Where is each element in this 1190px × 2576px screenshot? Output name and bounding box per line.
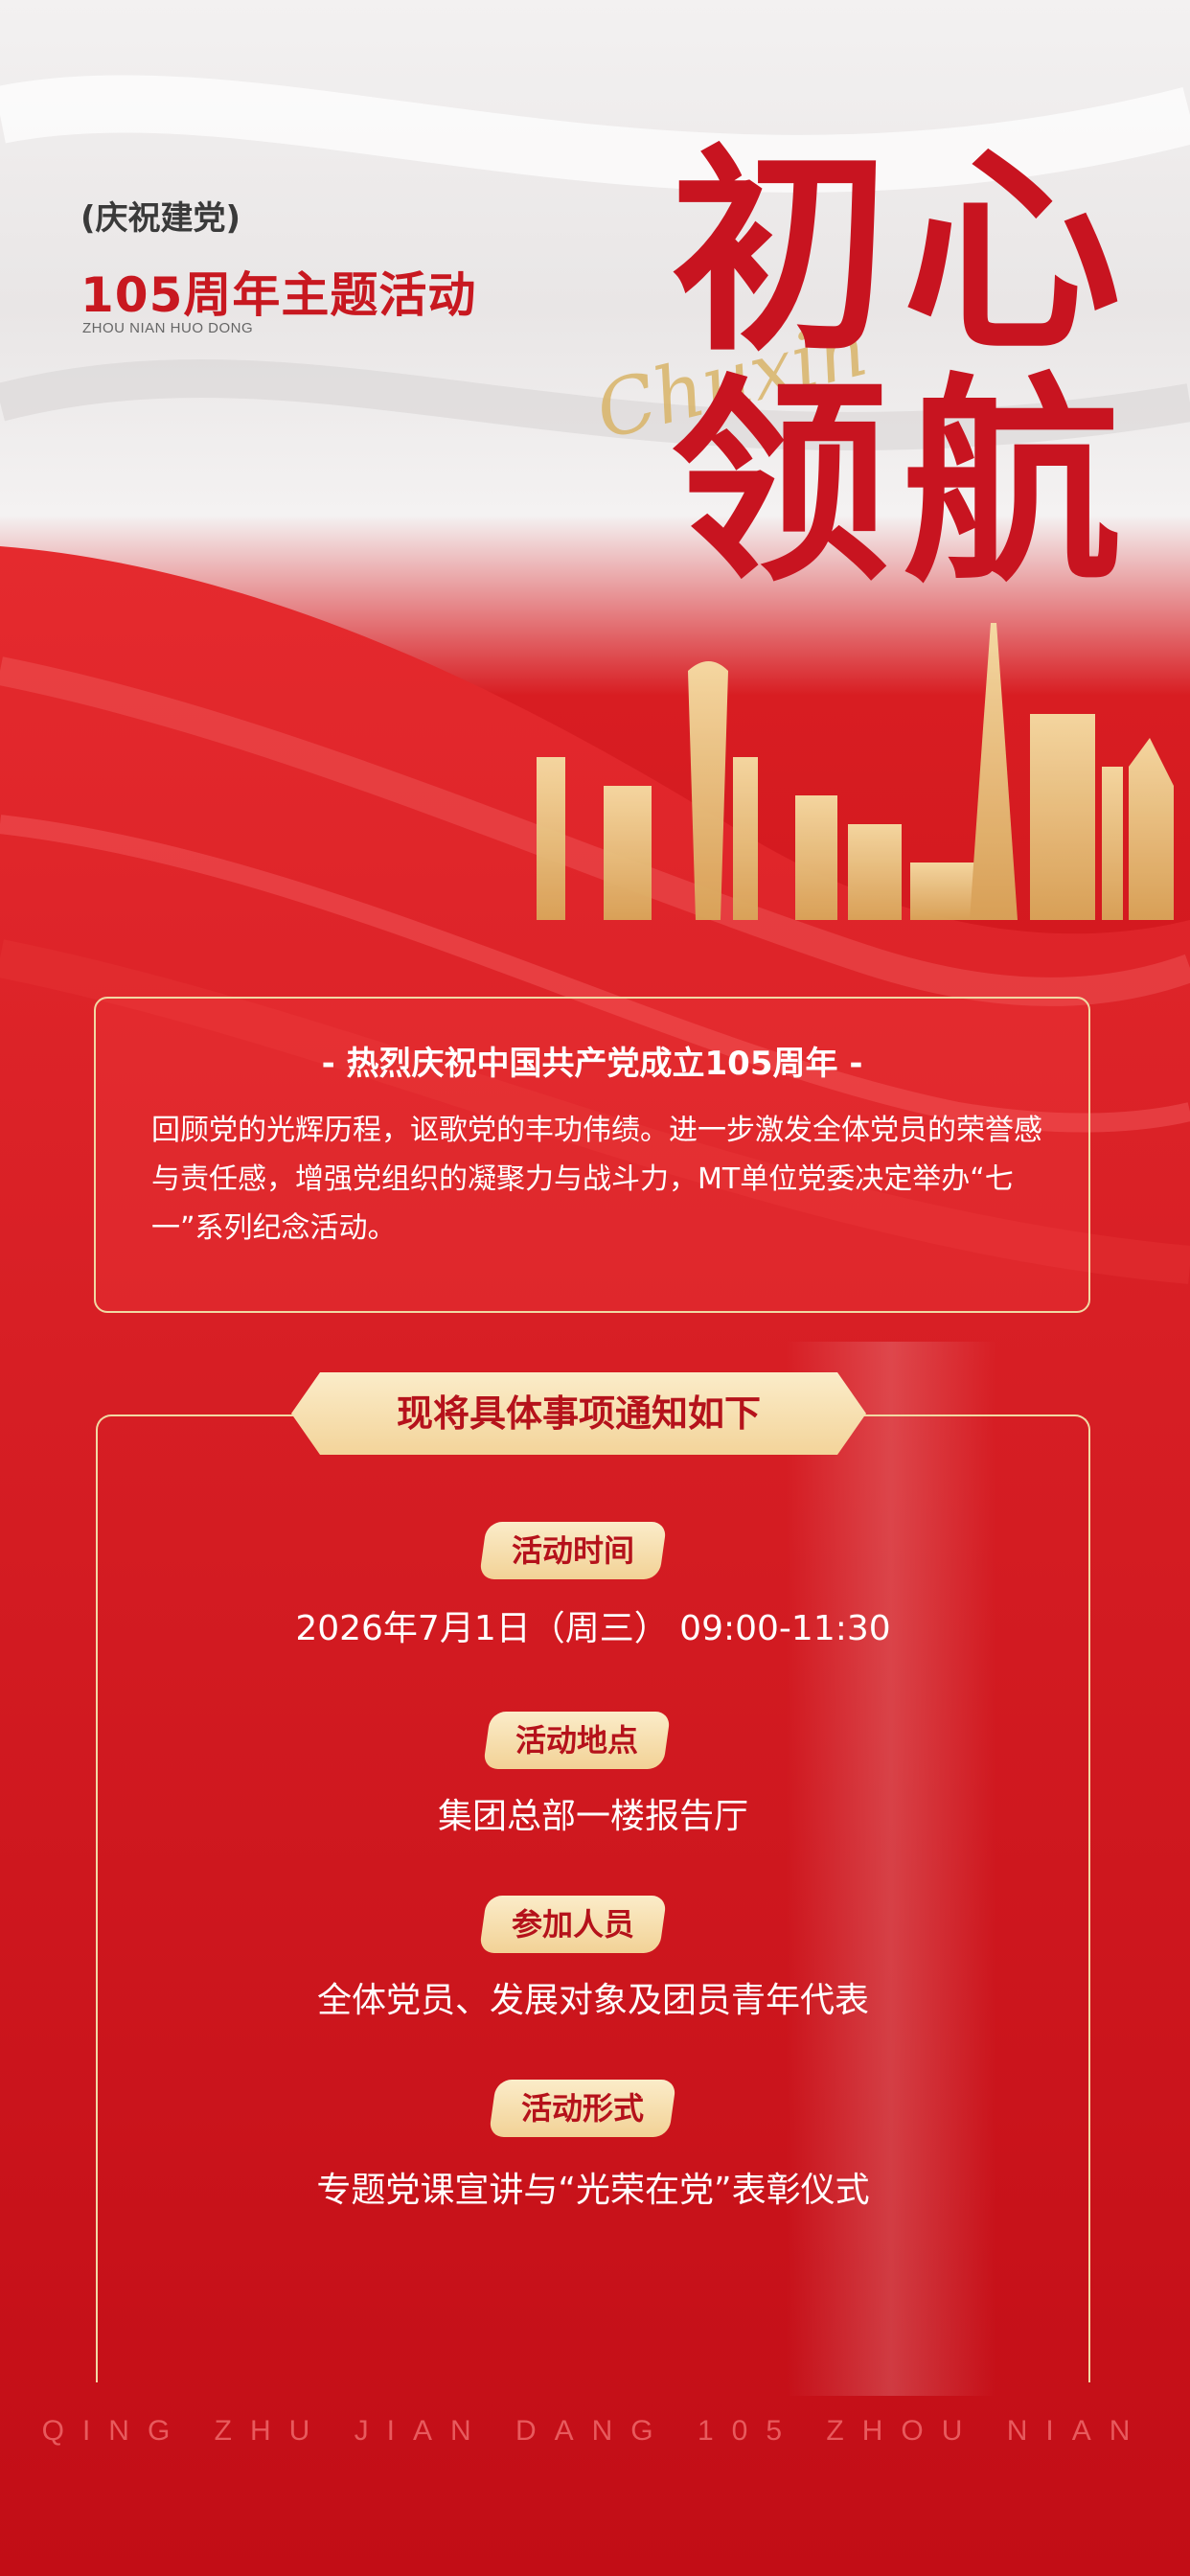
- label-activity-format: 活动形式: [488, 2080, 677, 2137]
- value-activity-location: 集团总部一楼报告厅: [437, 1797, 748, 1836]
- label-participants: 参加人员: [478, 1896, 668, 1953]
- value-activity-time: 2026年7月1日（周三） 09:00-11:30: [295, 1609, 891, 1648]
- subtitle-top: (庆祝建党): [80, 199, 241, 238]
- value-activity-format: 专题党课宣讲与“光荣在党”表彰仪式: [316, 2171, 870, 2210]
- value-participants: 全体党员、发展对象及团员青年代表: [316, 1981, 869, 2020]
- title-line-1: 初心: [671, 126, 1134, 380]
- intro-box: - 热烈庆祝中国共产党成立105周年 - 回顾党的光辉历程，讴歌党的丰功伟绩。进…: [94, 997, 1090, 1313]
- subtitle-pinyin: ZHOU NIAN HUO DONG: [82, 320, 254, 336]
- intro-heading: - 热烈庆祝中国共产党成立105周年 -: [321, 1045, 863, 1083]
- subtitle-main: 105周年主题活动: [80, 267, 477, 323]
- title-line-2: 领航: [671, 356, 1134, 610]
- footer-pinyin: QING ZHU JIAN DANG 105 ZHOU NIAN: [41, 2415, 1149, 2447]
- poster: (庆祝建党) 105周年主题活动 ZHOU NIAN HUO DONG Chux…: [0, 0, 1190, 2576]
- label-activity-time: 活动时间: [478, 1522, 668, 1579]
- notice-banner: 现将具体事项通知如下: [291, 1372, 866, 1455]
- intro-body: 回顾党的光辉历程，讴歌党的丰功伟绩。进一步激发全体党员的荣誉感与责任感，增强党组…: [151, 1114, 1042, 1245]
- label-activity-location: 活动地点: [482, 1712, 672, 1769]
